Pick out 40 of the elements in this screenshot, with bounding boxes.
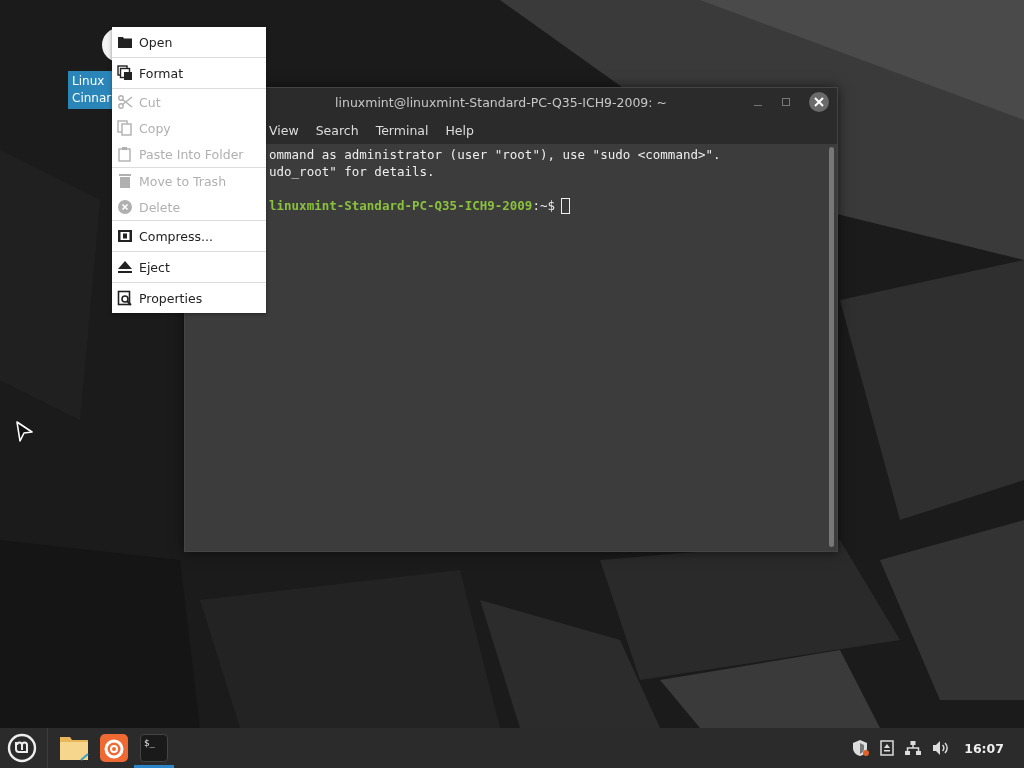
terminal-icon: $_ [140,734,168,762]
desktop-icon-label[interactable]: Linux Cinnar [68,71,112,109]
menu-item[interactable]: Compress... [112,221,266,251]
window-title: linuxmint@linuxmint-Standard-PC-Q35-ICH9-2009: ~ [334,94,668,110]
eject-icon[interactable] [880,740,895,756]
menu-item[interactable]: Terminal [375,122,429,138]
clipboard-icon [117,146,133,162]
menu-item[interactable]: Search [315,122,359,138]
menu-item[interactable]: Format [112,58,266,88]
network-icon[interactable] [904,740,923,756]
archive-icon [117,228,133,244]
prompt-host: linuxmint-Standard-PC-Q35-ICH9-2009 [269,197,533,214]
trash-icon [117,173,133,189]
menu-icon[interactable] [7,733,37,763]
close-icon[interactable] [809,92,829,112]
copy-icon [117,120,133,136]
terminal-output-line: ommand as administrator (user "root"), use "sudo <command>". [269,146,722,163]
menu-item[interactable]: Properties [112,283,266,313]
clock[interactable]: 16:07 [964,740,1004,756]
stacked-pages-icon [117,65,133,81]
scissors-icon [117,94,133,110]
menu-item[interactable]: View [269,122,299,138]
menu-item[interactable]: Help [445,122,474,138]
properties-icon [117,290,133,306]
eject-icon [117,259,133,275]
taskbar-button[interactable]: $_ [134,728,174,768]
menu-item[interactable]: Eject [112,252,266,282]
text-cursor [561,197,570,214]
terminal-output-line: udo_root" for details. [269,163,436,180]
browser-icon [100,734,128,762]
prompt-path: :~$ [532,197,555,214]
shield-icon[interactable] [852,739,871,757]
scrollbar[interactable] [829,147,834,547]
delete-icon [117,199,133,215]
folder-icon [117,34,133,50]
folder-icon [59,735,89,761]
menu-item[interactable]: Open [112,27,266,57]
volume-icon[interactable] [932,740,951,756]
maximize-icon[interactable] [781,97,791,107]
mouse-pointer-icon [15,420,35,444]
